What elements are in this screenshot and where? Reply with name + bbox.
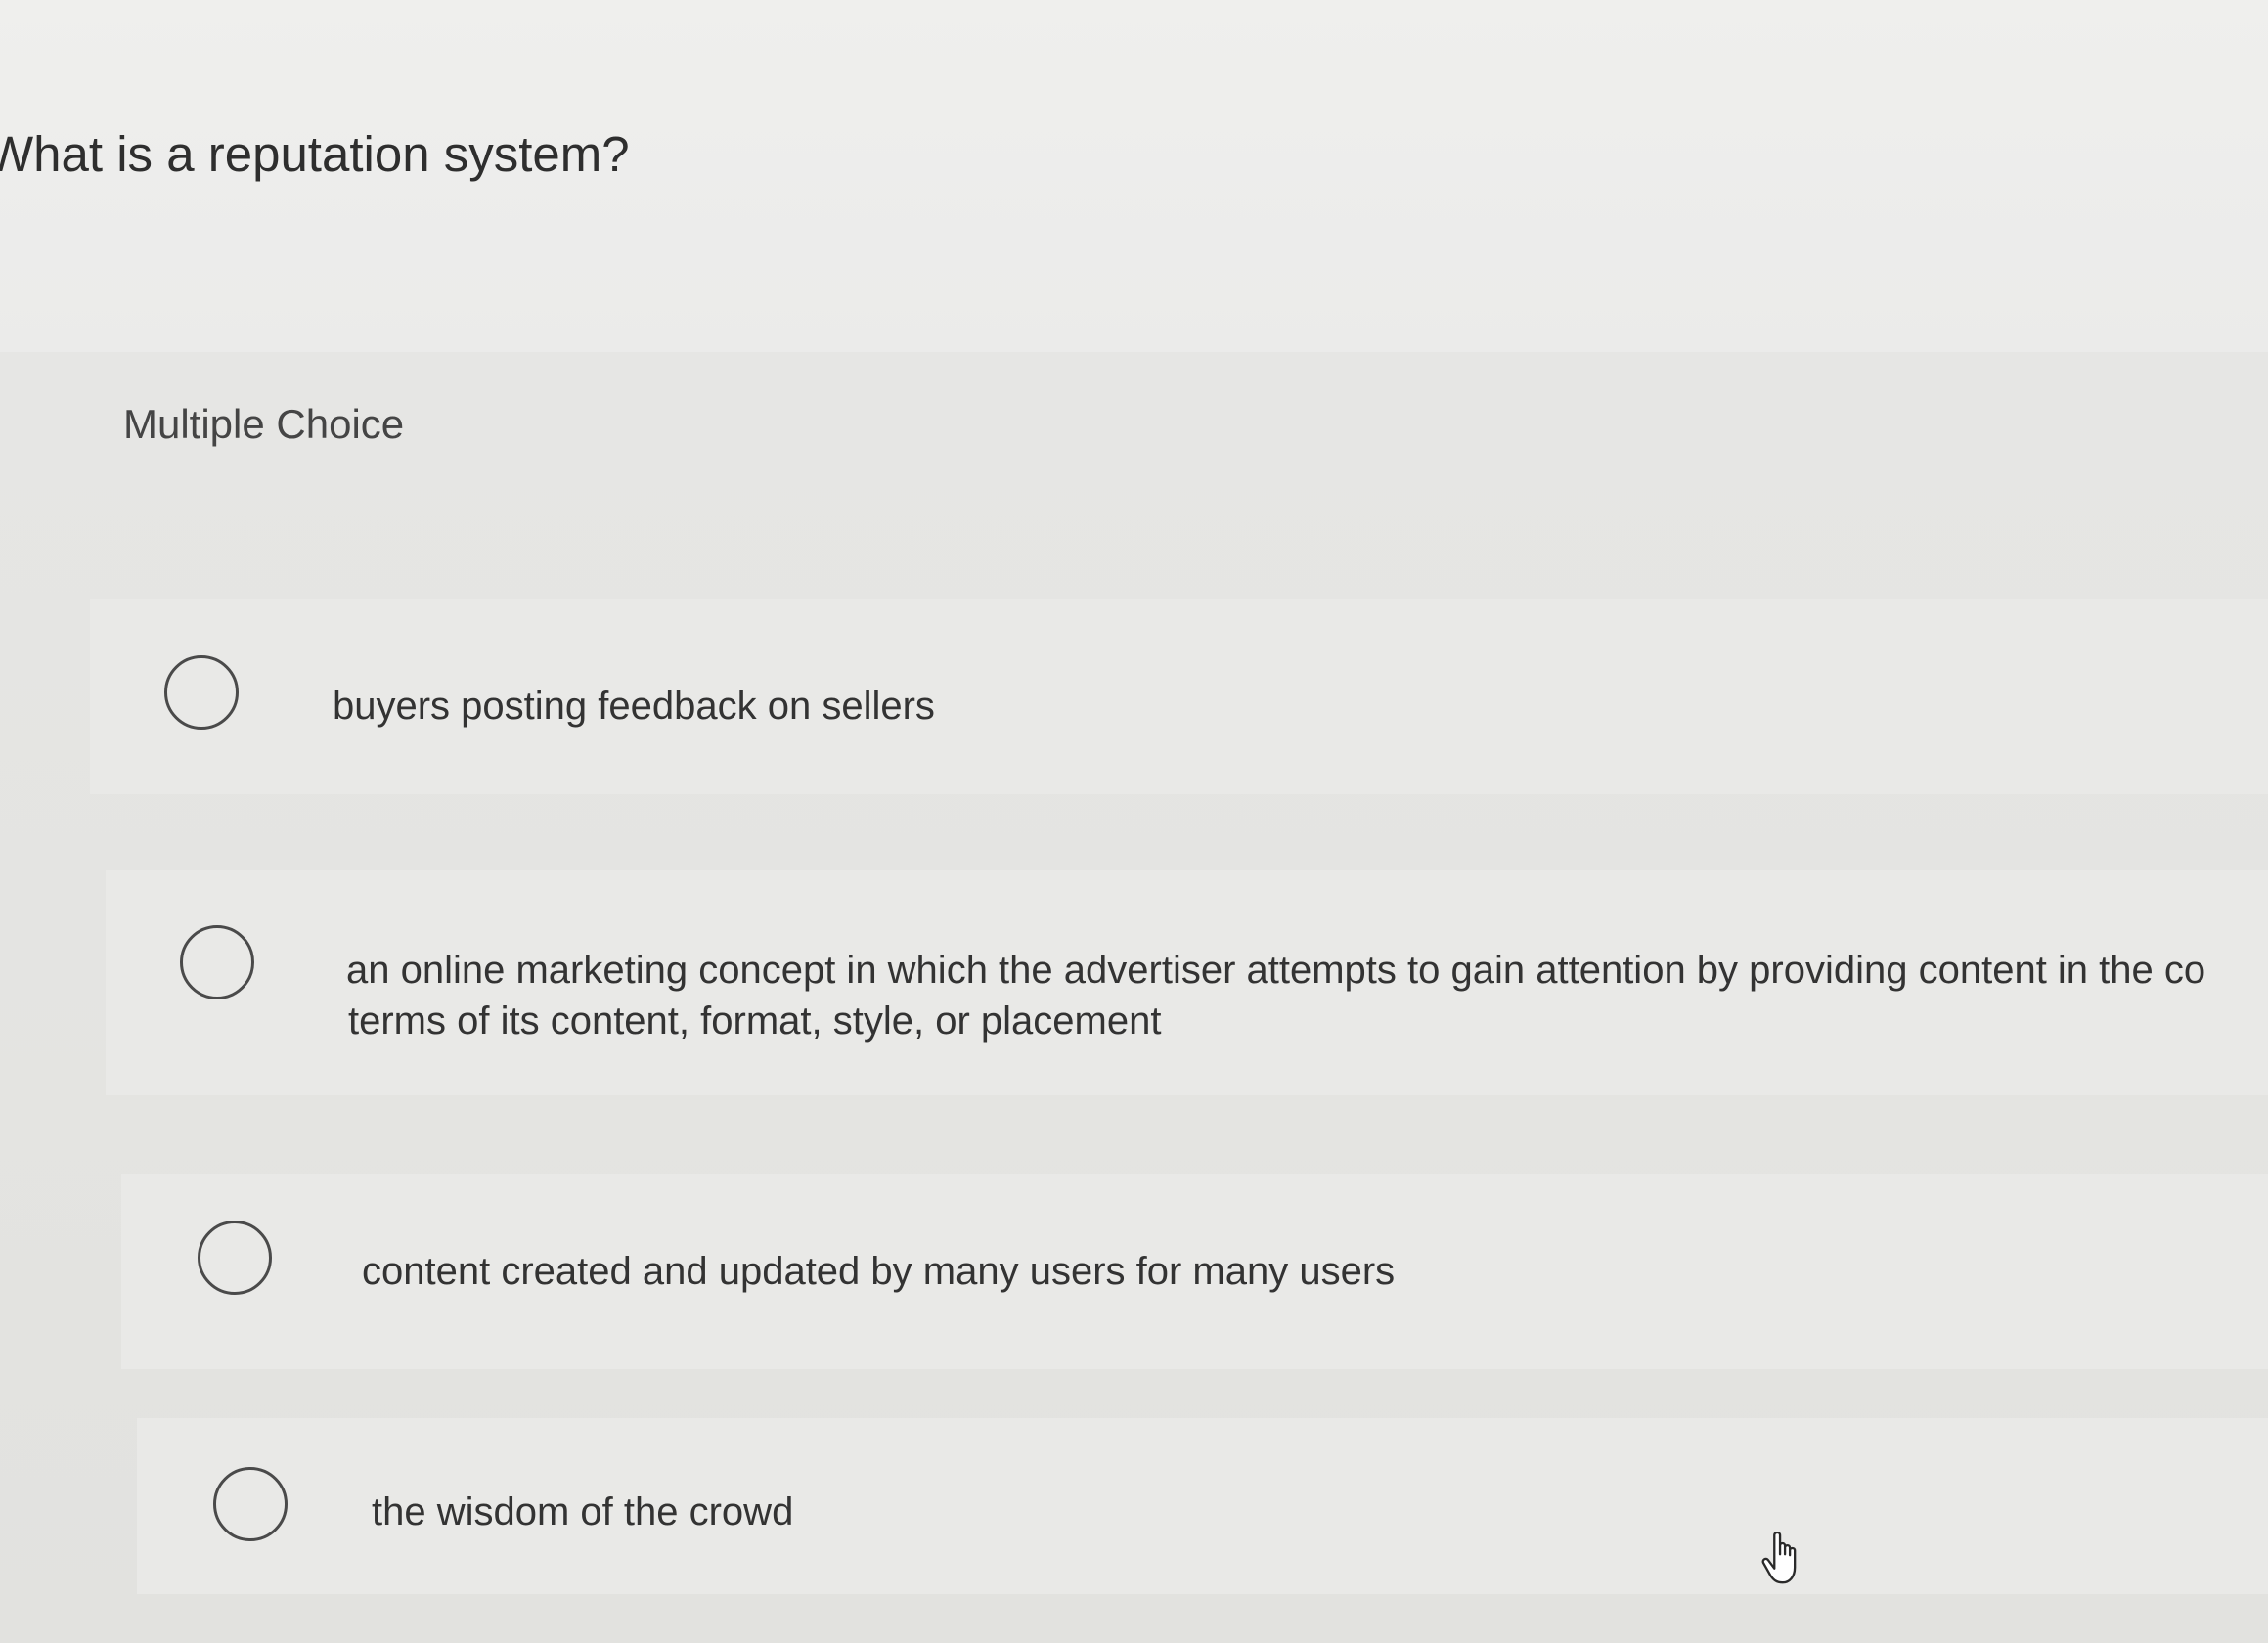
choice-option-1[interactable]: buyers posting feedback on sellers (90, 599, 2268, 794)
question-text: What is a reputation system? (0, 126, 630, 182)
radio-button-icon[interactable] (180, 925, 254, 999)
choice-label-line-2: terms of its content, format, style, or … (348, 999, 1162, 1043)
choice-option-2[interactable]: an online marketing concept in which the… (106, 870, 2268, 1095)
hand-pointer-icon (1761, 1532, 1797, 1584)
question-type-label: Multiple Choice (123, 401, 405, 447)
choice-label: content created and updated by many user… (362, 1250, 1396, 1293)
question-area: What is a reputation system? (0, 0, 2268, 352)
radio-button-icon[interactable] (198, 1221, 272, 1295)
choice-label: the wisdom of the crowd (372, 1490, 794, 1533)
choice-label: buyers posting feedback on sellers (333, 685, 935, 728)
radio-button-icon[interactable] (164, 655, 239, 730)
choice-label-line-1: an online marketing concept in which the… (346, 949, 2206, 992)
choice-option-4[interactable]: the wisdom of the crowd (137, 1418, 2268, 1594)
radio-button-icon[interactable] (213, 1467, 288, 1541)
choice-option-3[interactable]: content created and updated by many user… (121, 1174, 2268, 1369)
